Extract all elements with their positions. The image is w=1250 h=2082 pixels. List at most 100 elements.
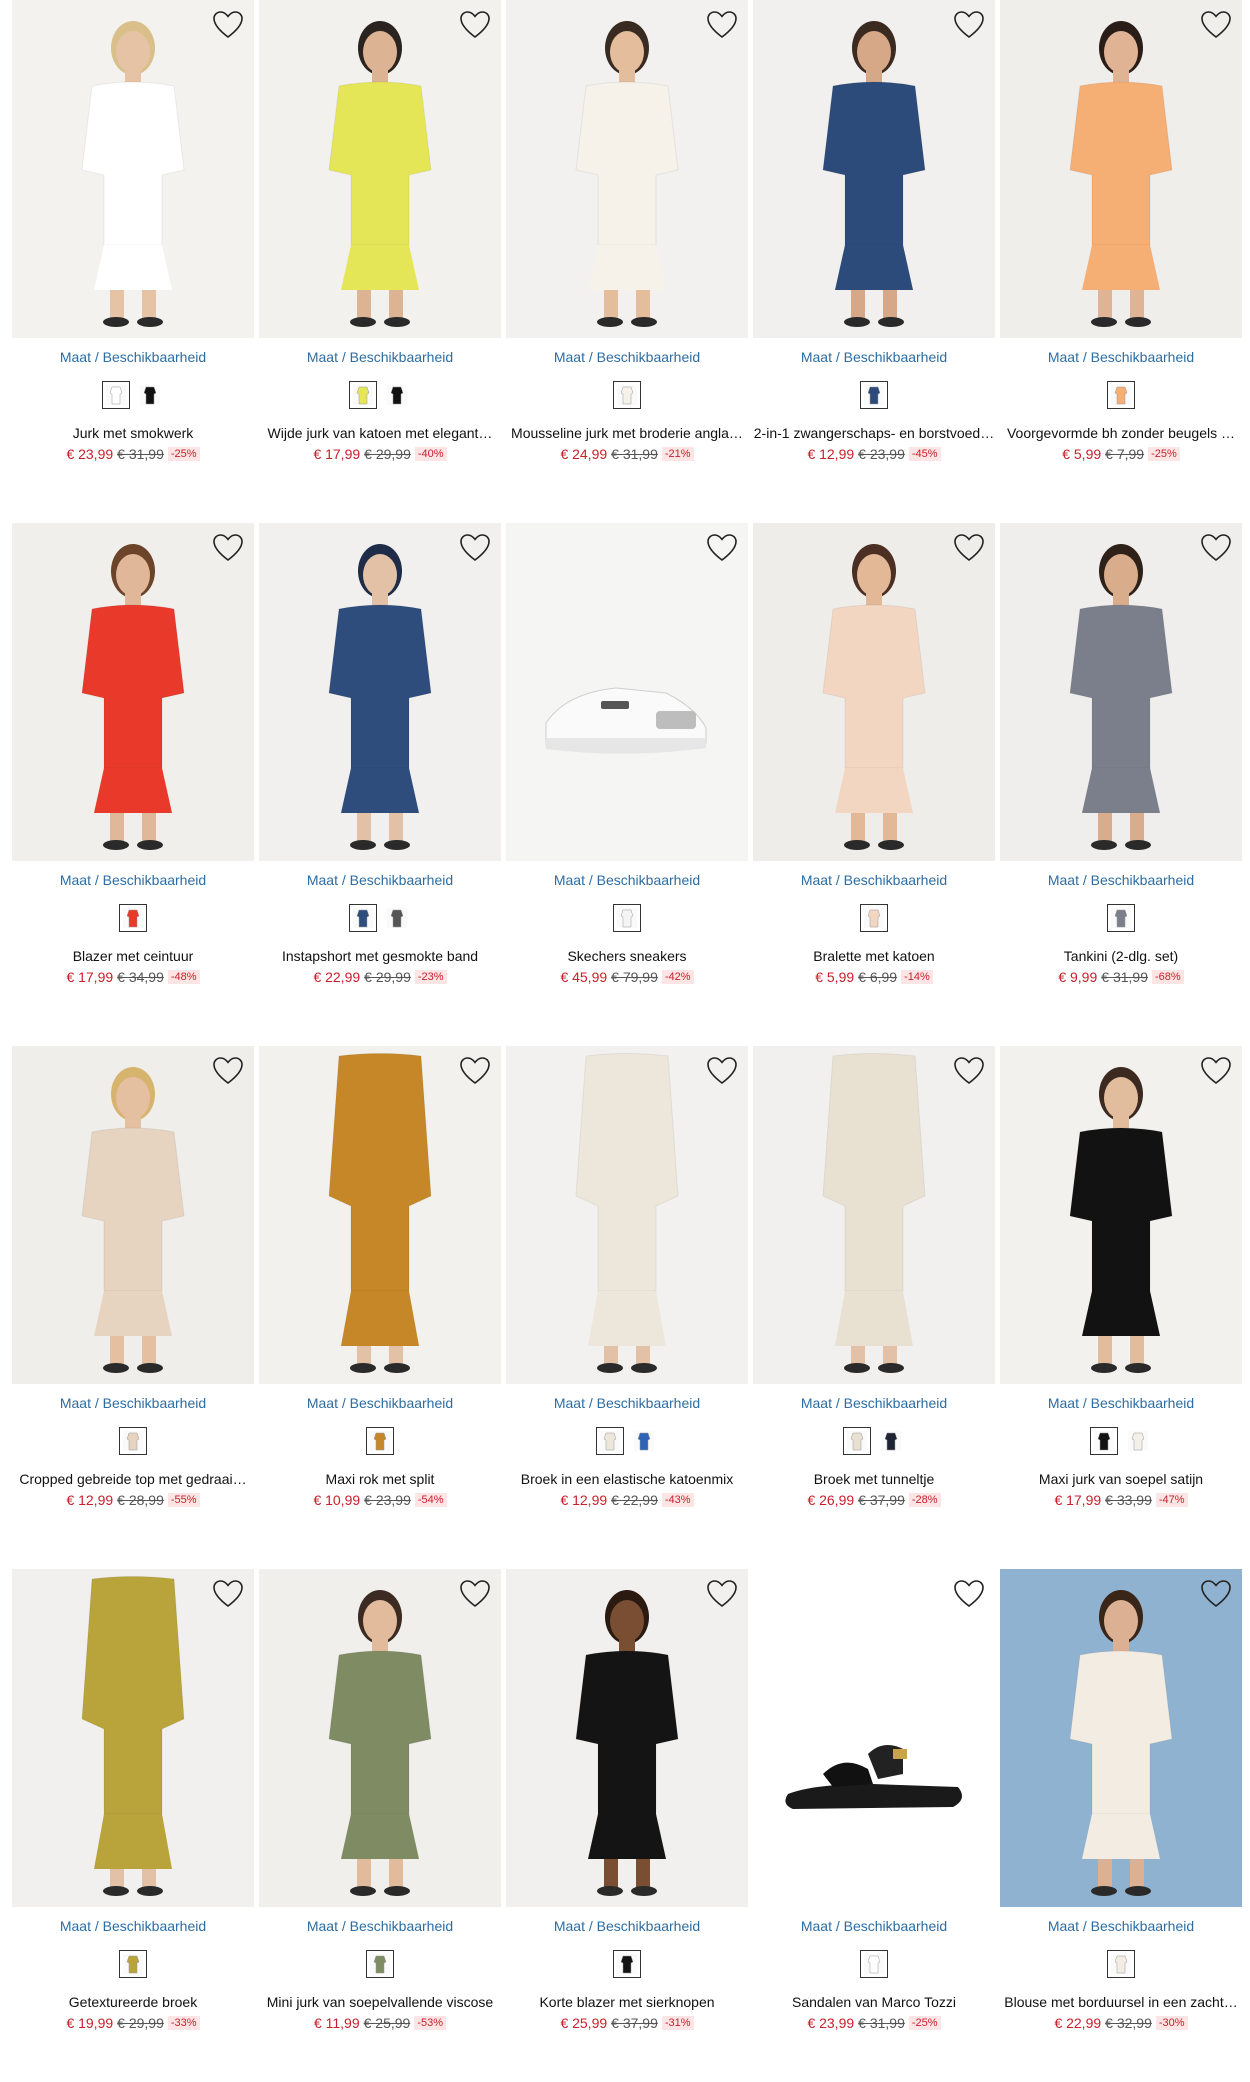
product-card[interactable]: Maat / Beschikbaarheid Bralette met kato… [753, 523, 995, 985]
color-swatch[interactable] [596, 1427, 624, 1455]
product-image-container[interactable] [1000, 1046, 1242, 1384]
color-swatch[interactable] [119, 904, 147, 932]
color-swatch[interactable] [843, 1427, 871, 1455]
product-card[interactable]: Maat / Beschikbaarheid Broek met tunnelt… [753, 1046, 995, 1508]
product-title[interactable]: Voorgevormde bh zonder beugels … [1000, 425, 1242, 441]
product-card[interactable]: Maat / Beschikbaarheid Instapshort met g… [259, 523, 501, 985]
heart-icon[interactable] [459, 10, 491, 40]
product-image-container[interactable] [506, 1046, 748, 1384]
heart-icon[interactable] [953, 10, 985, 40]
size-availability-link[interactable]: Maat / Beschikbaarheid [12, 1918, 254, 1934]
size-availability-link[interactable]: Maat / Beschikbaarheid [1000, 1918, 1242, 1934]
color-swatch[interactable] [366, 1950, 394, 1978]
heart-icon[interactable] [1200, 1579, 1232, 1609]
product-image-container[interactable] [1000, 1569, 1242, 1907]
heart-icon[interactable] [212, 533, 244, 563]
size-availability-link[interactable]: Maat / Beschikbaarheid [506, 1918, 748, 1934]
product-title[interactable]: Mousseline jurk met broderie angla… [506, 425, 748, 441]
product-image-container[interactable] [259, 0, 501, 338]
color-swatch[interactable] [119, 1950, 147, 1978]
product-card[interactable]: Maat / Beschikbaarheid Cropped gebreide … [12, 1046, 254, 1508]
product-image-container[interactable] [753, 1569, 995, 1907]
size-availability-link[interactable]: Maat / Beschikbaarheid [506, 872, 748, 888]
heart-icon[interactable] [706, 10, 738, 40]
color-swatch[interactable] [102, 381, 130, 409]
size-availability-link[interactable]: Maat / Beschikbaarheid [506, 1395, 748, 1411]
product-image-container[interactable] [12, 1569, 254, 1907]
product-card[interactable]: Maat / Beschikbaarheid Korte blazer met … [506, 1569, 748, 2031]
product-image-container[interactable] [753, 1046, 995, 1384]
size-availability-link[interactable]: Maat / Beschikbaarheid [259, 1395, 501, 1411]
size-availability-link[interactable]: Maat / Beschikbaarheid [753, 1918, 995, 1934]
product-title[interactable]: Jurk met smokwerk [12, 425, 254, 441]
product-card[interactable]: Maat / Beschikbaarheid Wijde jurk van ka… [259, 0, 501, 462]
product-image-container[interactable] [259, 1046, 501, 1384]
product-card[interactable]: Maat / Beschikbaarheid Mousseline jurk m… [506, 0, 748, 462]
product-title[interactable]: Wijde jurk van katoen met elegant… [259, 425, 501, 441]
color-swatch[interactable] [860, 904, 888, 932]
size-availability-link[interactable]: Maat / Beschikbaarheid [753, 349, 995, 365]
product-title[interactable]: Mini jurk van soepelvallende viscose [259, 1994, 501, 2010]
color-swatch[interactable] [1090, 1427, 1118, 1455]
size-availability-link[interactable]: Maat / Beschikbaarheid [259, 349, 501, 365]
color-swatch[interactable] [1124, 1427, 1152, 1455]
product-card[interactable]: Maat / Beschikbaarheid Sandalen van Marc… [753, 1569, 995, 2031]
product-card[interactable]: Maat / Beschikbaarheid Blouse met borduu… [1000, 1569, 1242, 2031]
heart-icon[interactable] [1200, 533, 1232, 563]
product-card[interactable]: Maat / Beschikbaarheid Blazer met ceintu… [12, 523, 254, 985]
color-swatch[interactable] [1107, 381, 1135, 409]
product-card[interactable]: Maat / Beschikbaarheid Skechers sneakers… [506, 523, 748, 985]
product-title[interactable]: Skechers sneakers [506, 948, 748, 964]
heart-icon[interactable] [706, 533, 738, 563]
color-swatch[interactable] [349, 904, 377, 932]
product-image-container[interactable] [12, 1046, 254, 1384]
product-card[interactable]: Maat / Beschikbaarheid Tankini (2-dlg. s… [1000, 523, 1242, 985]
product-image-container[interactable] [259, 523, 501, 861]
product-image-container[interactable] [506, 0, 748, 338]
color-swatch[interactable] [613, 1950, 641, 1978]
heart-icon[interactable] [459, 1056, 491, 1086]
color-swatch[interactable] [877, 1427, 905, 1455]
heart-icon[interactable] [1200, 1056, 1232, 1086]
product-title[interactable]: Bralette met katoen [753, 948, 995, 964]
product-image-container[interactable] [753, 0, 995, 338]
heart-icon[interactable] [212, 10, 244, 40]
product-card[interactable]: Maat / Beschikbaarheid Getextureerde bro… [12, 1569, 254, 2031]
size-availability-link[interactable]: Maat / Beschikbaarheid [753, 872, 995, 888]
product-image-container[interactable] [12, 0, 254, 338]
product-title[interactable]: 2-in-1 zwangerschaps- en borstvoed… [753, 425, 995, 441]
color-swatch[interactable] [630, 1427, 658, 1455]
size-availability-link[interactable]: Maat / Beschikbaarheid [1000, 349, 1242, 365]
product-title[interactable]: Korte blazer met sierknopen [506, 1994, 748, 2010]
product-image-container[interactable] [259, 1569, 501, 1907]
color-swatch[interactable] [119, 1427, 147, 1455]
heart-icon[interactable] [212, 1579, 244, 1609]
product-card[interactable]: Maat / Beschikbaarheid 2-in-1 zwangersch… [753, 0, 995, 462]
size-availability-link[interactable]: Maat / Beschikbaarheid [259, 1918, 501, 1934]
heart-icon[interactable] [953, 1579, 985, 1609]
heart-icon[interactable] [706, 1579, 738, 1609]
product-card[interactable]: Maat / Beschikbaarheid Mini jurk van soe… [259, 1569, 501, 2031]
heart-icon[interactable] [953, 1056, 985, 1086]
color-swatch[interactable] [1107, 1950, 1135, 1978]
product-title[interactable]: Maxi rok met split [259, 1471, 501, 1487]
heart-icon[interactable] [1200, 10, 1232, 40]
color-swatch[interactable] [136, 381, 164, 409]
heart-icon[interactable] [212, 1056, 244, 1086]
size-availability-link[interactable]: Maat / Beschikbaarheid [12, 349, 254, 365]
product-title[interactable]: Broek in een elastische katoenmix [506, 1471, 748, 1487]
product-title[interactable]: Cropped gebreide top met gedraai… [12, 1471, 254, 1487]
product-card[interactable]: Maat / Beschikbaarheid Broek in een elas… [506, 1046, 748, 1508]
color-swatch[interactable] [383, 904, 411, 932]
size-availability-link[interactable]: Maat / Beschikbaarheid [259, 872, 501, 888]
product-title[interactable]: Sandalen van Marco Tozzi [753, 1994, 995, 2010]
color-swatch[interactable] [613, 904, 641, 932]
product-title[interactable]: Tankini (2-dlg. set) [1000, 948, 1242, 964]
product-card[interactable]: Maat / Beschikbaarheid Maxi rok met spli… [259, 1046, 501, 1508]
product-image-container[interactable] [506, 523, 748, 861]
size-availability-link[interactable]: Maat / Beschikbaarheid [1000, 1395, 1242, 1411]
product-image-container[interactable] [12, 523, 254, 861]
size-availability-link[interactable]: Maat / Beschikbaarheid [506, 349, 748, 365]
product-image-container[interactable] [753, 523, 995, 861]
heart-icon[interactable] [706, 1056, 738, 1086]
